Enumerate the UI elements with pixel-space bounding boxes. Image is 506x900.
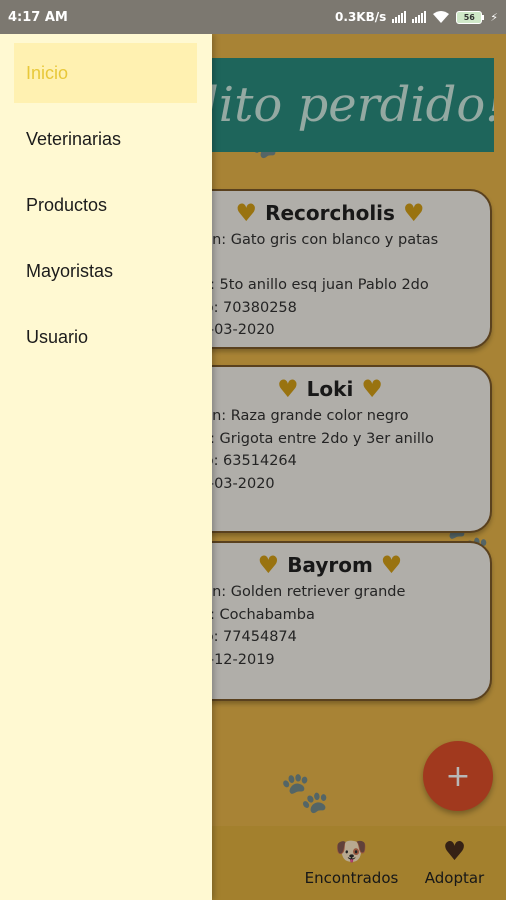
battery-tip [482, 14, 485, 20]
status-bar: 4:17 AM 0.3KB/s 56 ⚡ [0, 0, 506, 34]
battery-icon: 56 [456, 10, 485, 24]
drawer-item-mayoristas[interactable]: Mayoristas [14, 241, 197, 301]
drawer-item-veterinarias[interactable]: Veterinarias [14, 109, 197, 169]
battery-level: 56 [456, 10, 483, 24]
drawer-item-label: Usuario [26, 326, 89, 347]
drawer-item-inicio[interactable]: Inicio [14, 43, 197, 103]
status-icons: 0.3KB/s 56 ⚡ [335, 10, 498, 24]
status-time: 4:17 AM [8, 9, 68, 25]
signal-icon [412, 11, 427, 23]
navigation-drawer: Inicio Veterinarias Productos Mayoristas… [0, 34, 212, 900]
drawer-item-label: Productos [26, 194, 108, 215]
drawer-item-label: Veterinarias [26, 128, 122, 149]
drawer-item-usuario[interactable]: Usuario [14, 307, 197, 367]
signal-icon [392, 11, 407, 23]
drawer-item-label: Mayoristas [26, 260, 114, 281]
wifi-icon [433, 11, 450, 23]
drawer-scrim[interactable] [212, 34, 506, 900]
charging-icon: ⚡ [490, 10, 498, 24]
drawer-item-label: Inicio [26, 62, 69, 83]
network-speed: 0.3KB/s [335, 10, 387, 24]
drawer-item-productos[interactable]: Productos [14, 175, 197, 235]
